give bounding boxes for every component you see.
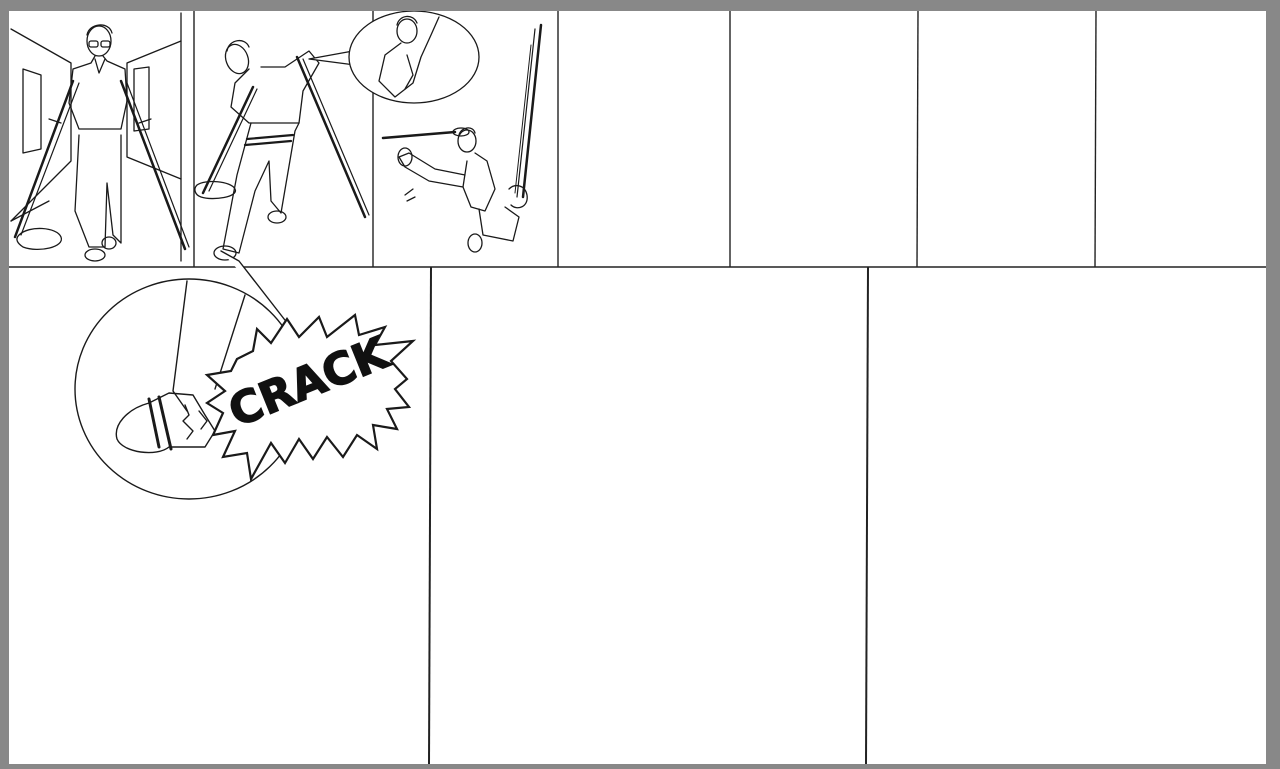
water-puddle <box>194 180 236 200</box>
glasses-icon <box>100 40 111 48</box>
panel-divider <box>916 11 919 268</box>
man-shoe <box>267 210 287 224</box>
panel-divider <box>428 266 432 764</box>
panel-divider <box>865 266 869 764</box>
crutch-flying <box>381 130 457 140</box>
comic-page: CRACK <box>9 11 1266 764</box>
water-puddle <box>16 227 62 251</box>
comic-panel-grid: CRACK <box>9 11 1266 764</box>
motion-lines <box>404 188 416 202</box>
man-shoe <box>101 236 117 250</box>
crutch-falling <box>514 44 532 194</box>
panel-divider <box>1094 11 1097 268</box>
man-sweater <box>230 50 320 124</box>
crutch-right <box>295 55 367 219</box>
glasses-icon <box>88 40 99 48</box>
inset-bubble <box>348 11 480 104</box>
crutch-right <box>126 82 190 248</box>
man-shoe <box>467 233 483 253</box>
man-head <box>224 43 250 75</box>
cast-band <box>243 139 293 147</box>
man-cast-leg <box>398 152 466 188</box>
hallway-door-left <box>22 68 42 154</box>
man-trousers <box>478 206 520 242</box>
cast-band <box>245 133 295 141</box>
man-sweater <box>462 152 496 212</box>
crutch-left <box>208 88 258 192</box>
man-trousers <box>74 134 122 248</box>
panel-2-slipping-illustration <box>194 11 480 261</box>
man-head <box>457 129 477 153</box>
crutch-right <box>119 79 187 251</box>
bubble-tail <box>308 50 356 66</box>
man-sweater <box>68 55 128 130</box>
man-collar <box>94 58 106 74</box>
crutch-left <box>13 79 75 239</box>
crutch-left <box>201 85 255 195</box>
panel-1-hallway-illustration <box>10 12 190 262</box>
man-shoe <box>84 248 106 262</box>
crutch-left <box>20 82 80 236</box>
hallway-right-wall <box>126 40 182 180</box>
